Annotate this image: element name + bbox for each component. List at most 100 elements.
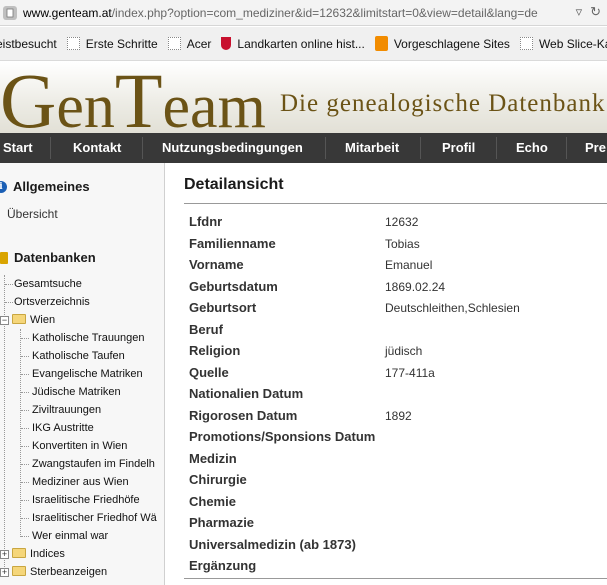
bookmark-label: Vorgeschlagene Sites: [393, 36, 510, 51]
tree-item-israelitische-friedhoefe[interactable]: Israelitische Friedhöfe: [32, 491, 140, 509]
tree-line: [21, 518, 29, 519]
tree-line: [21, 482, 29, 483]
nav-separator: [420, 137, 421, 159]
tree-line: [21, 374, 29, 375]
tree-line: [21, 410, 29, 411]
nav-start[interactable]: Start: [3, 133, 33, 163]
nav-presse[interactable]: Pre: [585, 133, 606, 163]
site-banner: GenTeam Die genealogische Datenbank: [0, 62, 607, 133]
tree-item-ziviltrauungen[interactable]: Ziviltrauungen: [32, 401, 101, 419]
sidebar-heading-label: Allgemeines: [13, 179, 90, 194]
sidebar-item-uebersicht[interactable]: Übersicht: [7, 207, 58, 221]
detail-row-label: Promotions/Sponsions Datum: [189, 429, 376, 444]
logo-letter: G: [0, 62, 57, 133]
detail-row-value: 12632: [385, 215, 419, 229]
detail-row-label: Pharmazie: [189, 515, 255, 530]
sidebar-heading-allgemeines: i Allgemeines: [0, 179, 90, 194]
folder-icon: [12, 566, 26, 576]
detail-row-label: Religion: [189, 343, 241, 358]
bookmark-vorgeschlagene-sites[interactable]: Vorgeschlagene Sites: [374, 36, 510, 51]
tree-item-ortsverzeichnis[interactable]: Ortsverzeichnis: [14, 293, 90, 311]
tree-item-wien[interactable]: Wien: [12, 311, 55, 329]
logo-letter: en: [56, 73, 115, 133]
nav-nutzungsbedingungen[interactable]: Nutzungsbedingungen: [162, 133, 303, 163]
folder-icon: [12, 314, 26, 324]
bookmark-most-visited[interactable]: eistbesucht: [0, 37, 57, 51]
bookmark-acer[interactable]: Acer: [167, 36, 212, 51]
tree-item-konvertiten[interactable]: Konvertiten in Wien: [32, 437, 127, 455]
detail-row-label: Vorname: [189, 257, 244, 272]
tree-line: [20, 329, 21, 537]
tree-item-ikg-austritte[interactable]: IKG Austritte: [32, 419, 94, 437]
tree-line: [5, 302, 13, 303]
tree-line: [21, 356, 29, 357]
tree-item-wer-einmal-war[interactable]: Wer einmal war: [32, 527, 108, 545]
folder-icon: [12, 548, 26, 558]
nav-kontakt[interactable]: Kontakt: [73, 133, 121, 163]
bookmark-web-slice[interactable]: Web Slice-Kata: [519, 36, 607, 51]
nav-separator: [142, 137, 143, 159]
tree-item-katholische-taufen[interactable]: Katholische Taufen: [32, 347, 125, 365]
page-icon: [3, 5, 17, 20]
nav-separator: [50, 137, 51, 159]
detail-row-label: Nationalien Datum: [189, 386, 304, 401]
logo-letter: eam: [162, 73, 266, 133]
expand-icon[interactable]: +: [0, 550, 9, 559]
address-bar[interactable]: www.genteam.at/index.php?option=com_medi…: [0, 0, 607, 26]
detail-row-label: Rigorosen Datum: [189, 408, 298, 423]
nav-profil[interactable]: Profil: [442, 133, 475, 163]
bookmark-label: Web Slice-Kata: [538, 36, 607, 51]
detail-row-label: Lfdnr: [189, 214, 223, 229]
shield-icon: [221, 37, 232, 50]
tree-item-evangelische-matriken[interactable]: Evangelische Matriken: [32, 365, 143, 383]
sidebar: i Allgemeines Übersicht Datenbanken Gesa…: [0, 163, 165, 585]
bookmark-landkarten[interactable]: Landkarten online hist...: [221, 37, 365, 51]
detail-row-value: jüdisch: [385, 344, 423, 358]
detail-row-value: 1869.02.24: [385, 280, 446, 294]
tree-line: [21, 464, 29, 465]
logo-letter: T: [114, 62, 163, 133]
tree-item-label: Wien: [30, 314, 56, 326]
bookmark-erste-schritte[interactable]: Erste Schritte: [66, 36, 158, 51]
sidebar-heading-datenbanken: Datenbanken: [0, 250, 96, 265]
tree-item-israelitischer-friedhof[interactable]: Israelitischer Friedhof Wä: [32, 509, 157, 527]
site-logo[interactable]: GenTeam: [0, 62, 266, 133]
tree-item-gesamtsuche[interactable]: Gesamtsuche: [14, 275, 82, 293]
nav-echo[interactable]: Echo: [516, 133, 548, 163]
expand-icon[interactable]: +: [0, 568, 9, 577]
reload-icon[interactable]: ↻: [590, 4, 601, 20]
tree-item-katholische-trauungen[interactable]: Katholische Trauungen: [32, 329, 145, 347]
tree-line: [21, 428, 29, 429]
collapse-icon[interactable]: −: [0, 316, 9, 325]
main-navigation: Start Kontakt Nutzungsbedingungen Mitarb…: [0, 133, 607, 163]
dropdown-arrow-icon[interactable]: ▿: [576, 4, 583, 20]
tree-item-juedische-matriken[interactable]: Jüdische Matriken: [32, 383, 121, 401]
detail-row-label: Medizin: [189, 451, 237, 466]
url-text[interactable]: www.genteam.at/index.php?option=com_medi…: [23, 6, 563, 20]
tree-line: [21, 536, 29, 537]
tree-item-sterbeanzeigen[interactable]: Sterbeanzeigen: [12, 563, 107, 581]
tree-item-zwangstaufen[interactable]: Zwangstaufen im Findelh: [32, 455, 155, 473]
detail-row-value: Tobias: [385, 237, 420, 251]
detail-row-label: Quelle: [189, 365, 229, 380]
tree-line: [5, 284, 13, 285]
nav-mitarbeit[interactable]: Mitarbeit: [345, 133, 399, 163]
bookmark-icon: [519, 37, 533, 50]
divider: [184, 578, 607, 579]
bookmark-label: Acer: [186, 36, 212, 51]
detail-row-label: Geburtsort: [189, 300, 257, 315]
bookmark-label: Erste Schritte: [85, 36, 158, 51]
tree-item-label: Sterbeanzeigen: [30, 566, 108, 578]
tree-item-mediziner[interactable]: Mediziner aus Wien: [32, 473, 129, 491]
tree-line: [21, 338, 29, 339]
nav-separator: [566, 137, 567, 159]
bookmarks-bar: eistbesucht Erste Schritte Acer Landkart…: [0, 27, 607, 61]
detail-row-value: Emanuel: [385, 258, 433, 272]
detail-row-label: Beruf: [189, 322, 223, 337]
detail-row-label: Familienname: [189, 236, 276, 251]
bookmark-icon: [66, 37, 80, 50]
sidebar-heading-label: Datenbanken: [14, 250, 96, 265]
tree-item-indices[interactable]: Indices: [12, 545, 65, 563]
tree-line: [21, 446, 29, 447]
nav-separator: [325, 137, 326, 159]
